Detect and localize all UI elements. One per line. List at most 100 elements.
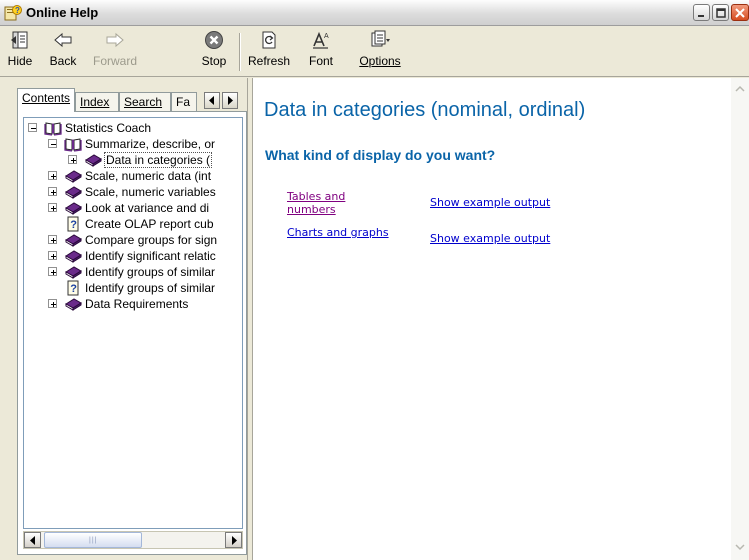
forward-label: Forward [92,54,137,68]
hide-label: Hide [7,54,33,68]
maximize-button[interactable] [712,4,729,21]
closed-book-icon [64,200,82,216]
navigation-pane: Contents Index Search Fa Statistics Coac… [0,78,248,560]
tree-item[interactable]: Compare groups for sign [24,232,242,248]
toolbar-separator [239,33,241,71]
tree-item-label: Data in categories ( [103,152,213,168]
hide-icon [11,31,28,49]
tree-item[interactable]: ? Create OLAP report cub [24,216,242,232]
options-icon [371,30,390,47]
help-app-icon: ? [4,4,22,22]
tab-scroll-left[interactable] [204,92,220,109]
closed-book-icon [84,152,102,168]
tree-item-label: Statistics Coach [65,121,152,135]
show-example-output-link-1[interactable]: Show example output [430,196,550,209]
refresh-label: Refresh [247,54,291,68]
expand-toggle-icon[interactable] [48,203,57,212]
tables-and-numbers-link[interactable]: Tables and numbers [287,190,345,216]
tree-item-label: Look at variance and di [85,201,210,215]
tree-item-label: Scale, numeric data (int [85,169,212,183]
tab-scroll-right[interactable] [222,92,238,109]
expand-toggle-icon[interactable] [48,251,57,260]
topic-content-pane: Data in categories (nominal, ordinal) Wh… [252,78,749,560]
closed-book-icon [64,168,82,184]
tree-item-label: Compare groups for sign [85,233,218,247]
help-page-icon: ? [64,280,82,296]
topic-title: Data in categories (nominal, ordinal) [264,99,586,121]
nav-tabs: Contents Index Search Fa [17,88,247,112]
font-button[interactable]: A Font [304,30,338,74]
tree-item[interactable]: Data in categories ( [24,152,242,168]
tree-item-label: Identify groups of similar [85,265,216,279]
collapse-toggle-icon[interactable] [48,139,57,148]
expand-toggle-icon[interactable] [48,171,57,180]
tree-item-label: Identify groups of similar [85,281,216,295]
tree-item[interactable]: Scale, numeric variables [24,184,242,200]
scroll-thumb[interactable]: ||| [44,532,142,548]
collapse-toggle-icon[interactable] [28,123,37,132]
back-label: Back [49,54,77,68]
closed-book-icon [64,296,82,312]
help-page-icon: ? [64,216,82,232]
open-book-icon [64,136,82,152]
stop-label: Stop [201,54,227,68]
expand-toggle-icon[interactable] [48,187,57,196]
font-label: Font [308,54,333,68]
tree-item[interactable]: ? Identify groups of similar [24,280,242,296]
forward-arrow-icon [106,32,124,48]
closed-book-icon [64,248,82,264]
stop-button[interactable]: Stop [197,30,231,74]
tab-contents[interactable]: Contents [17,88,75,112]
expand-toggle-icon[interactable] [68,155,77,164]
tree-item-label: Create OLAP report cub [85,217,214,231]
expand-toggle-icon[interactable] [48,267,57,276]
svg-text:A: A [324,33,329,40]
tree-item-label: Summarize, describe, or [85,137,216,151]
open-book-icon [44,120,62,136]
options-button[interactable]: Options [358,30,402,74]
contents-panel: Statistics Coach Summarize, describe, or D… [17,111,247,555]
topic-question: What kind of display do you want? [265,147,496,163]
options-label: Options [359,54,401,68]
svg-text:?: ? [15,6,20,15]
scroll-down-arrow[interactable] [733,540,747,554]
scroll-right-arrow[interactable] [225,532,242,548]
scroll-up-arrow[interactable] [733,82,747,96]
contents-tree[interactable]: Statistics Coach Summarize, describe, or D… [23,117,243,529]
tree-item[interactable]: Statistics Coach [24,120,242,136]
expand-toggle-icon[interactable] [48,299,57,308]
toolbar: Hide Back Forward Stop Refresh A Font Op… [0,27,749,77]
title-bar: ? Online Help [0,0,749,26]
tab-favorites[interactable]: Fa [171,92,197,111]
horizontal-scrollbar[interactable]: ||| [23,531,243,549]
scroll-left-arrow[interactable] [24,532,41,548]
tree-item[interactable]: Scale, numeric data (int [24,168,242,184]
tab-search[interactable]: Search [119,92,171,111]
closed-book-icon [64,184,82,200]
expand-toggle-icon[interactable] [48,235,57,244]
svg-text:?: ? [70,283,77,295]
hide-button[interactable]: Hide [4,30,36,74]
tree-item-label: Scale, numeric variables [85,185,216,199]
tab-index[interactable]: Index [75,92,119,111]
refresh-icon [262,31,276,49]
vertical-scrollbar[interactable] [731,78,749,560]
tree-item[interactable]: Identify significant relatic [24,248,242,264]
stop-icon [205,31,223,49]
tree-item[interactable]: Data Requirements [24,296,242,312]
tree-item[interactable]: Identify groups of similar [24,264,242,280]
back-button[interactable]: Back [44,30,82,74]
tree-item[interactable]: Summarize, describe, or [24,136,242,152]
charts-and-graphs-link[interactable]: Charts and graphs [287,226,389,239]
forward-button[interactable]: Forward [88,30,142,74]
closed-book-icon [64,264,82,280]
refresh-button[interactable]: Refresh [247,30,291,74]
show-example-output-link-2[interactable]: Show example output [430,232,550,245]
tree-item[interactable]: Look at variance and di [24,200,242,216]
minimize-button[interactable] [693,4,710,21]
tree-item-label: Data Requirements [85,297,189,311]
close-button[interactable] [731,4,749,21]
tree-item-label: Identify significant relatic [85,249,216,263]
font-icon: A [313,31,329,49]
closed-book-icon [64,232,82,248]
